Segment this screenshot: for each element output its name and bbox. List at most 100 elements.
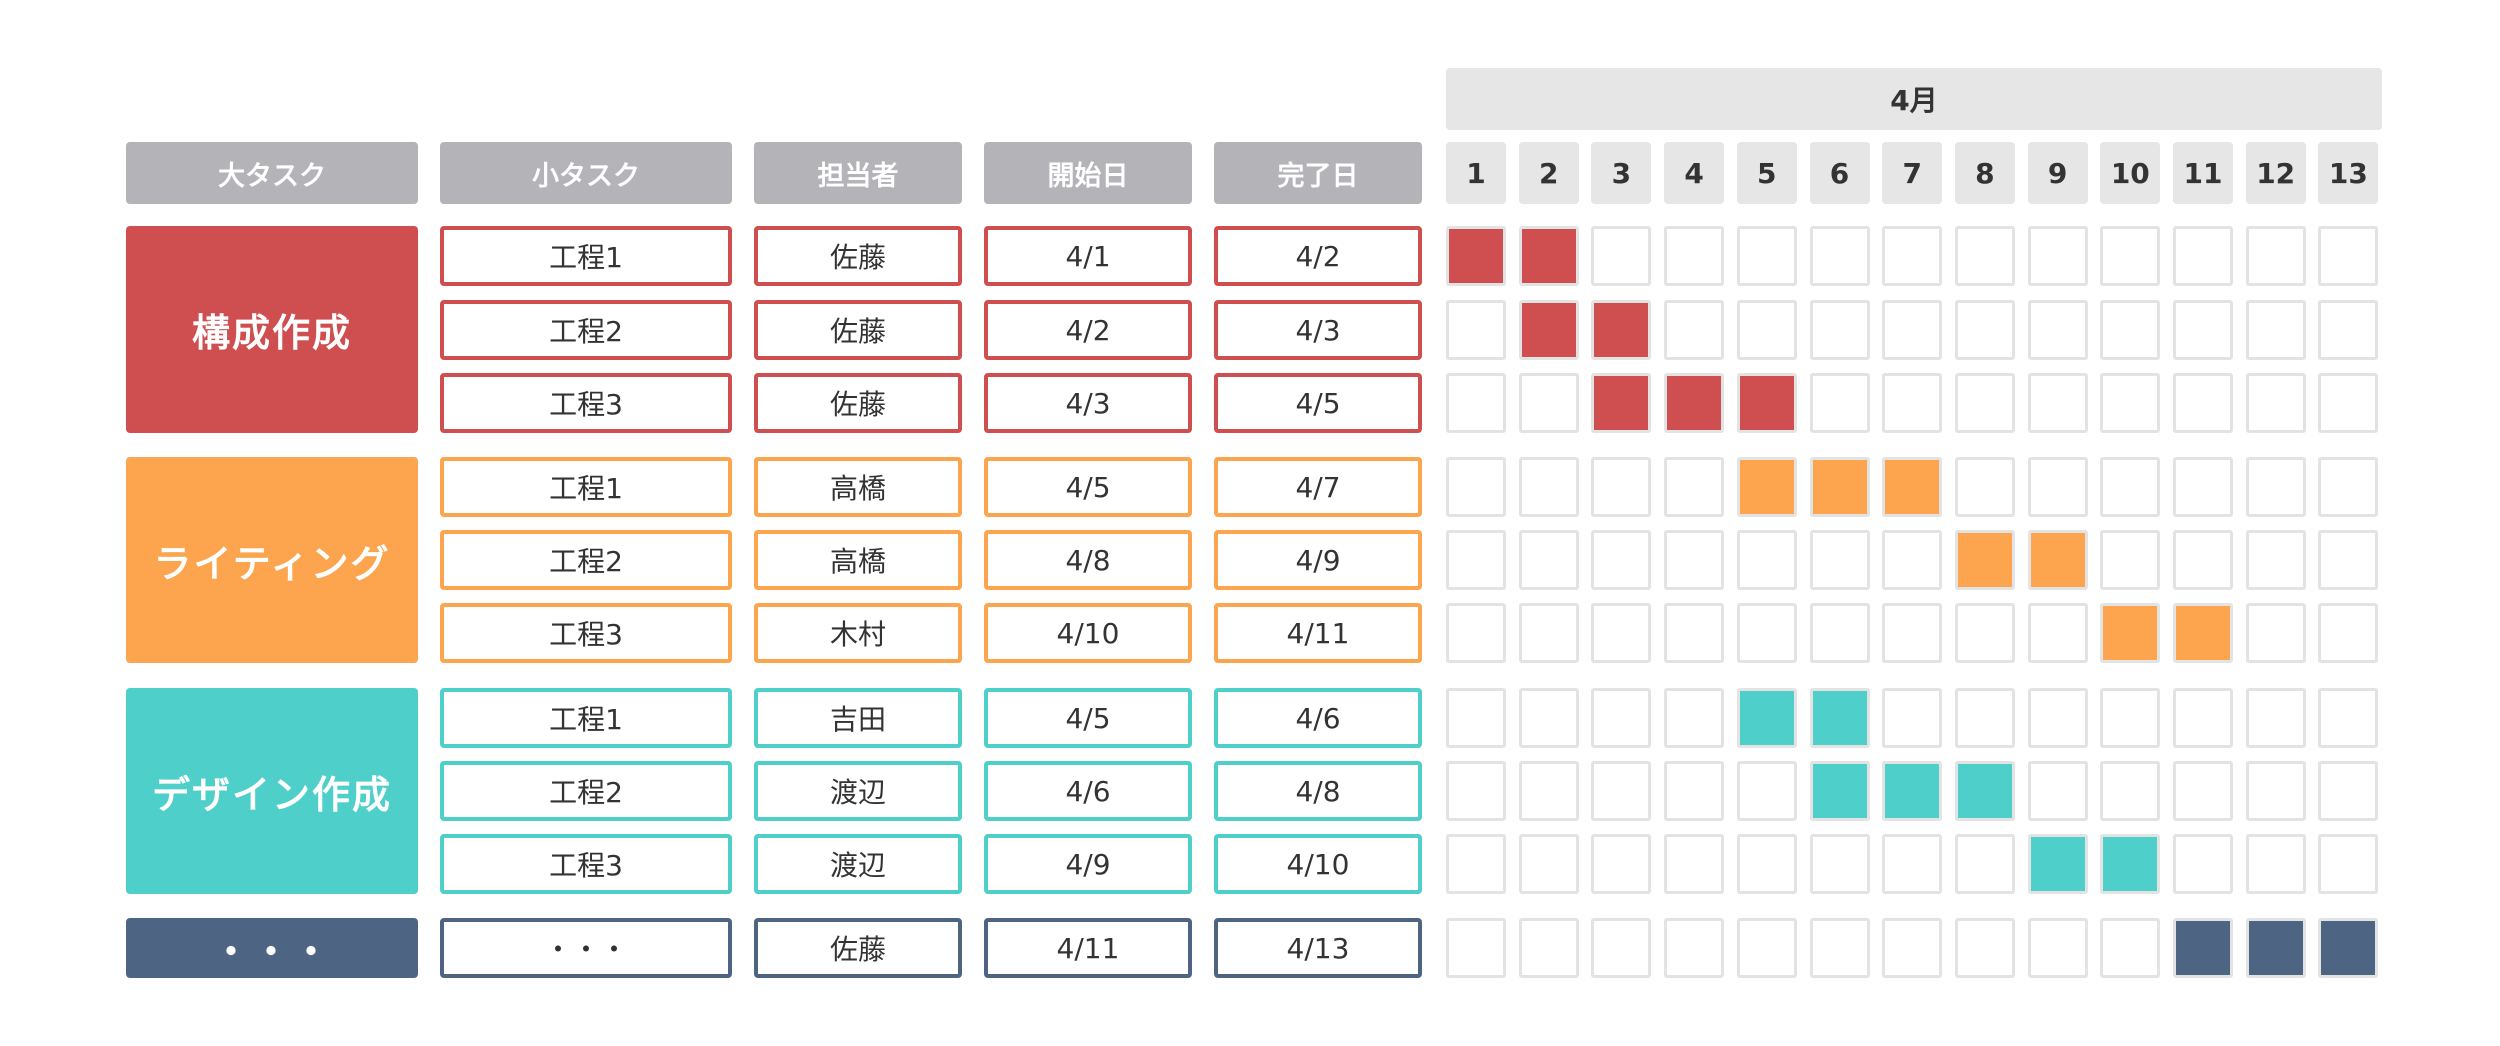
gantt-empty-cell	[1664, 761, 1725, 821]
gantt-bar-cell	[1882, 457, 1943, 517]
gantt-empty-cell	[2100, 226, 2161, 286]
gantt-empty-cell	[2245, 457, 2306, 517]
gantt-empty-cell	[1954, 834, 2015, 894]
gantt-bar-cell	[2100, 603, 2161, 663]
major-task-label: デザイン作成	[126, 688, 418, 894]
gantt-empty-cell	[2245, 688, 2306, 748]
header-owner: 担当者	[754, 142, 962, 204]
gantt-empty-cell	[1882, 300, 1943, 360]
major-task-label: ・・・	[126, 918, 418, 978]
gantt-empty-cell	[2245, 226, 2306, 286]
end-date-cell: 4/6	[1214, 688, 1422, 748]
owner-cell: 高橋	[754, 530, 962, 590]
gantt-empty-cell	[1954, 226, 2015, 286]
owner-cell: 佐藤	[754, 226, 962, 286]
gantt-empty-cell	[1882, 373, 1943, 433]
gantt-empty-cell	[2173, 761, 2233, 821]
gantt-empty-cell	[2027, 457, 2088, 517]
day-header-12: 12	[2245, 142, 2306, 204]
gantt-empty-cell	[1446, 834, 1506, 894]
gantt-empty-cell	[2100, 918, 2161, 978]
start-date-cell: 4/9	[984, 834, 1192, 894]
gantt-empty-cell	[2245, 761, 2306, 821]
end-date-cell: 4/10	[1214, 834, 1422, 894]
gantt-bar-cell	[1809, 688, 1870, 748]
gantt-empty-cell	[1736, 226, 1797, 286]
gantt-empty-cell	[1446, 530, 1506, 590]
header-start-date: 開始日	[984, 142, 1192, 204]
gantt-empty-cell	[1736, 300, 1797, 360]
gantt-bar-cell	[1736, 457, 1797, 517]
gantt-empty-cell	[2173, 688, 2233, 748]
gantt-bar-cell	[1664, 373, 1725, 433]
gantt-empty-cell	[1882, 603, 1943, 663]
owner-cell: 木村	[754, 603, 962, 663]
gantt-empty-cell	[1518, 834, 1579, 894]
gantt-empty-cell	[1591, 834, 1652, 894]
end-date-cell: 4/3	[1214, 300, 1422, 360]
minor-task-cell: 工程3	[440, 603, 732, 663]
gantt-empty-cell	[1664, 918, 1725, 978]
gantt-empty-cell	[1809, 530, 1870, 590]
gantt-bar-cell	[1809, 761, 1870, 821]
day-header-6: 6	[1809, 142, 1870, 204]
gantt-empty-cell	[1664, 530, 1725, 590]
gantt-empty-cell	[1446, 373, 1506, 433]
gantt-empty-cell	[2100, 373, 2161, 433]
gantt-empty-cell	[1882, 918, 1943, 978]
gantt-empty-cell	[2027, 918, 2088, 978]
minor-task-cell: 工程3	[440, 834, 732, 894]
owner-cell: 渡辺	[754, 834, 962, 894]
end-date-cell: 4/11	[1214, 603, 1422, 663]
gantt-bar-cell	[2245, 918, 2306, 978]
owner-cell: 渡辺	[754, 761, 962, 821]
start-date-cell: 4/1	[984, 226, 1192, 286]
gantt-empty-cell	[1518, 603, 1579, 663]
gantt-empty-cell	[1809, 226, 1870, 286]
gantt-bar-cell	[1446, 226, 1506, 286]
gantt-bar-cell	[1736, 373, 1797, 433]
gantt-empty-cell	[1664, 457, 1725, 517]
owner-cell: 佐藤	[754, 300, 962, 360]
minor-task-cell: 工程1	[440, 457, 732, 517]
minor-task-cell: 工程2	[440, 761, 732, 821]
day-header-3: 3	[1591, 142, 1652, 204]
gantt-empty-cell	[1664, 688, 1725, 748]
gantt-empty-cell	[1446, 457, 1506, 517]
gantt-empty-cell	[1591, 761, 1652, 821]
end-date-cell: 4/5	[1214, 373, 1422, 433]
start-date-cell: 4/5	[984, 457, 1192, 517]
start-date-cell: 4/8	[984, 530, 1192, 590]
owner-cell: 高橋	[754, 457, 962, 517]
gantt-empty-cell	[1736, 918, 1797, 978]
gantt-bar-cell	[1954, 530, 2015, 590]
gantt-empty-cell	[2100, 761, 2161, 821]
gantt-empty-cell	[1954, 457, 2015, 517]
gantt-empty-cell	[1591, 603, 1652, 663]
gantt-empty-cell	[2318, 688, 2379, 748]
gantt-bar-cell	[1591, 373, 1652, 433]
gantt-empty-cell	[2318, 834, 2379, 894]
minor-task-cell: 工程3	[440, 373, 732, 433]
gantt-empty-cell	[1518, 457, 1579, 517]
gantt-empty-cell	[2100, 530, 2161, 590]
gantt-empty-cell	[1736, 761, 1797, 821]
gantt-empty-cell	[2318, 603, 2379, 663]
gantt-empty-cell	[1591, 530, 1652, 590]
gantt-empty-cell	[1446, 688, 1506, 748]
gantt-empty-cell	[2318, 373, 2379, 433]
gantt-bar-cell	[1954, 761, 2015, 821]
gantt-empty-cell	[1809, 603, 1870, 663]
gantt-bar-cell	[2173, 603, 2233, 663]
gantt-empty-cell	[1954, 688, 2015, 748]
gantt-bar-cell	[2027, 834, 2088, 894]
gantt-bar-cell	[2318, 918, 2379, 978]
gantt-empty-cell	[2245, 530, 2306, 590]
owner-cell: 佐藤	[754, 373, 962, 433]
gantt-empty-cell	[2318, 530, 2379, 590]
gantt-empty-cell	[1591, 918, 1652, 978]
gantt-empty-cell	[2245, 300, 2306, 360]
start-date-cell: 4/6	[984, 761, 1192, 821]
gantt-empty-cell	[1882, 530, 1943, 590]
gantt-bar-cell	[2173, 918, 2233, 978]
